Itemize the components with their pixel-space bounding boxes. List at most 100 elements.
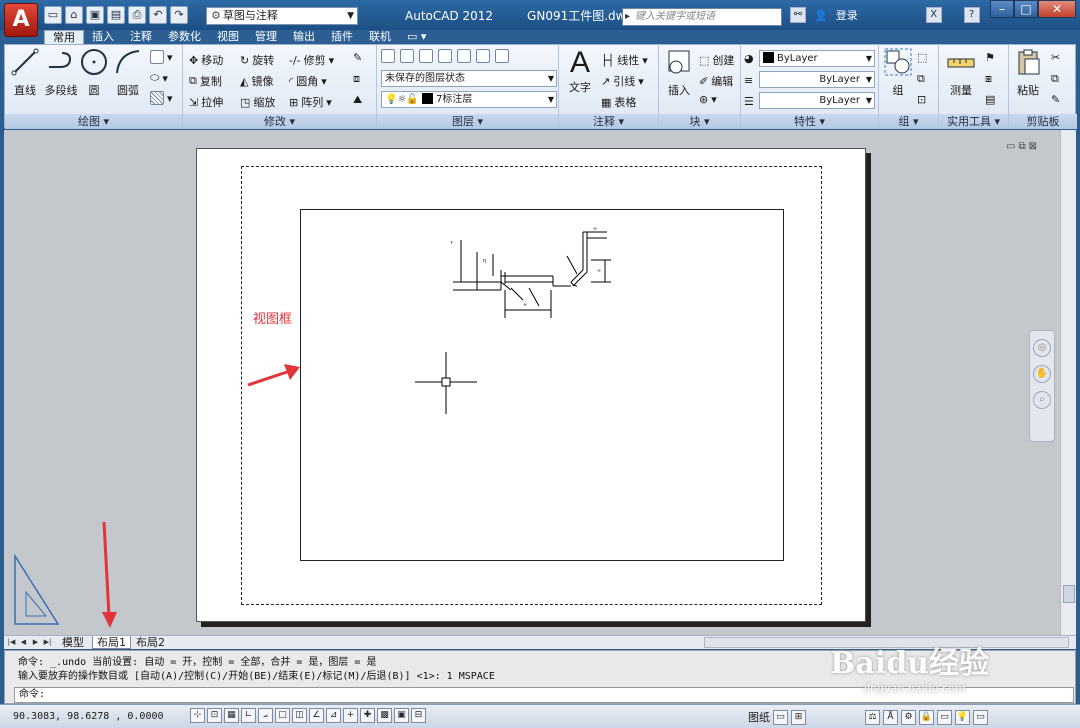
dimension-button[interactable]: ├┤ 线性 ▾ bbox=[601, 52, 648, 68]
tab-parametric[interactable]: 参数化 bbox=[160, 30, 209, 44]
infer-constraints-icon[interactable]: ⊹ bbox=[190, 708, 205, 723]
erase-button[interactable]: ✎ bbox=[353, 51, 362, 64]
polyline-button[interactable]: 多段线 bbox=[41, 47, 81, 98]
redo-icon[interactable]: ↷ bbox=[170, 6, 188, 24]
layer-match-icon[interactable] bbox=[400, 49, 414, 63]
rectangle-tool[interactable]: ▾ bbox=[150, 50, 173, 64]
osnap-icon[interactable]: □ bbox=[275, 708, 290, 723]
restore-icon[interactable]: ⧉ bbox=[1018, 141, 1025, 152]
layer-state-select[interactable]: 未保存的图层状态 ▼ bbox=[381, 70, 557, 87]
print-icon[interactable]: ⎙ bbox=[128, 6, 146, 24]
close-icon[interactable]: ⊠ bbox=[1029, 141, 1037, 152]
layer-off-icon[interactable] bbox=[495, 49, 509, 63]
cut-button[interactable]: ✂ bbox=[1051, 51, 1060, 64]
copy-button[interactable]: ⧉ 复制 bbox=[189, 73, 222, 89]
tab-plugins[interactable]: 插件 bbox=[323, 30, 361, 44]
exchange-icon[interactable]: X bbox=[925, 7, 942, 23]
maximize-viewport-icon[interactable]: ▭ bbox=[773, 709, 788, 725]
application-menu-button[interactable]: A bbox=[4, 3, 38, 37]
trim-button[interactable]: -/- 修剪 ▾ bbox=[289, 52, 334, 68]
tab-home[interactable]: 常用 bbox=[44, 30, 84, 44]
viewport-icon[interactable]: ⊞ bbox=[791, 709, 806, 725]
match-properties-button[interactable]: ◕ bbox=[744, 52, 754, 65]
hardware-accel-icon[interactable]: ▭ bbox=[937, 709, 952, 725]
tab-insert[interactable]: 插入 bbox=[84, 30, 122, 44]
annotation-visibility-icon[interactable]: Å bbox=[883, 709, 898, 725]
scrollbar-thumb[interactable] bbox=[1063, 585, 1075, 603]
save-icon[interactable]: ▣ bbox=[86, 6, 104, 24]
layers-panel-title[interactable]: 图层 ▾ bbox=[377, 114, 558, 129]
measure-button[interactable]: 测量 bbox=[943, 47, 979, 98]
explode-button[interactable]: ⧈ bbox=[353, 72, 360, 86]
tab-output[interactable]: 输出 bbox=[285, 30, 323, 44]
ellipse-tool[interactable]: ⬭ ▾ bbox=[150, 71, 168, 85]
next-tab-icon[interactable]: ▶ bbox=[30, 637, 41, 648]
arc-button[interactable]: 圆弧 bbox=[113, 47, 143, 98]
group-button[interactable]: 组 bbox=[883, 47, 913, 98]
layer-freeze-icon[interactable] bbox=[476, 49, 490, 63]
array-button[interactable]: ⊞ 阵列 ▾ bbox=[289, 94, 332, 110]
modify-panel-title[interactable]: 修改 ▾ bbox=[183, 114, 376, 129]
ducs-icon[interactable]: ⊿ bbox=[326, 708, 341, 723]
match-button[interactable]: ✎ bbox=[1051, 93, 1060, 106]
group-edit-button[interactable]: ⧉ bbox=[917, 72, 925, 86]
vertical-scrollbar[interactable] bbox=[1060, 130, 1076, 635]
zoom-icon[interactable]: ⌕ bbox=[1033, 391, 1051, 409]
scale-button[interactable]: ◳ 缩放 bbox=[240, 94, 275, 110]
layer-select[interactable]: 💡☼🔓 7标注层 ▼ bbox=[381, 91, 557, 108]
rotate-button[interactable]: ↻ 旋转 bbox=[240, 52, 274, 68]
maximize-button[interactable]: □ bbox=[1014, 0, 1038, 18]
paper-space-toggle[interactable]: 图纸 bbox=[748, 709, 770, 725]
tab-online[interactable]: 联机 bbox=[361, 30, 399, 44]
tab-manage[interactable]: 管理 bbox=[247, 30, 285, 44]
quick-select-button[interactable]: ⚑ bbox=[985, 51, 995, 64]
login-button[interactable]: 登录 bbox=[836, 7, 858, 23]
annotation-panel-title[interactable]: 注释 ▾ bbox=[559, 114, 658, 129]
stretch-button[interactable]: ⇲ 拉伸 bbox=[189, 94, 223, 110]
move-button[interactable]: ✥ 移动 bbox=[189, 52, 223, 68]
lock-icon[interactable]: 🔒 bbox=[919, 709, 934, 725]
paste-button[interactable]: 粘贴 bbox=[1013, 47, 1043, 98]
pan-hand-icon[interactable]: ✋ bbox=[1033, 365, 1051, 383]
fillet-button[interactable]: ◜ 圆角 ▾ bbox=[289, 73, 327, 89]
undo-icon[interactable]: ↶ bbox=[149, 6, 167, 24]
close-button[interactable]: ✕ bbox=[1038, 0, 1076, 18]
lineweight-select[interactable]: ByLayer ▼ bbox=[759, 92, 875, 109]
open-icon[interactable]: ⌂ bbox=[65, 6, 83, 24]
create-block-button[interactable]: ⬚ 创建 bbox=[699, 52, 734, 68]
workspace-switch-icon[interactable]: ⚙ bbox=[901, 709, 916, 725]
snap-icon[interactable]: ⊡ bbox=[207, 708, 222, 723]
search-input[interactable]: ▸ 键入关键字或短语 bbox=[622, 8, 782, 26]
isolate-objects-icon[interactable]: 💡 bbox=[955, 709, 970, 725]
workspace-select[interactable]: ⚙ 草图与注释 ▼ bbox=[206, 7, 358, 25]
viewport-frame[interactable]: r η ≈ ≈ ≈ bbox=[300, 209, 784, 561]
clean-screen-icon[interactable]: ▭ bbox=[973, 709, 988, 725]
utilities-panel-title[interactable]: 实用工具 ▾ bbox=[939, 114, 1008, 129]
polar-icon[interactable]: ⦟ bbox=[258, 708, 273, 723]
last-tab-icon[interactable]: ▶| bbox=[42, 637, 53, 648]
tab-annotate[interactable]: 注释 bbox=[122, 30, 160, 44]
qp-icon[interactable]: ▣ bbox=[394, 708, 409, 723]
layer-properties-icon[interactable] bbox=[381, 49, 395, 63]
minimize-icon[interactable]: ▭ bbox=[1006, 141, 1015, 152]
select-all-button[interactable]: ⧆ bbox=[985, 72, 992, 86]
help-icon[interactable]: ? bbox=[963, 7, 980, 23]
mirror-button[interactable]: ◭ 镜像 bbox=[240, 73, 273, 89]
first-tab-icon[interactable]: |◀ bbox=[6, 637, 17, 648]
offset-button[interactable]: ⛰ bbox=[353, 93, 362, 107]
edit-block-button[interactable]: ✐ 编辑 bbox=[699, 73, 733, 89]
binoculars-icon[interactable]: ⚯ bbox=[790, 7, 806, 23]
sc-icon[interactable]: ⊟ bbox=[411, 708, 426, 723]
ungroup-button[interactable]: ⬚ bbox=[917, 51, 927, 64]
block-panel-title[interactable]: 块 ▾ bbox=[659, 114, 740, 129]
insert-block-button[interactable]: 插入 bbox=[663, 47, 695, 98]
tab-layout1[interactable]: 布局1 bbox=[92, 636, 131, 649]
minimize-button[interactable]: – bbox=[990, 0, 1014, 18]
dyn-icon[interactable]: + bbox=[343, 708, 358, 723]
block-attribute-button[interactable]: ⊛ ▾ bbox=[699, 93, 717, 106]
tab-model[interactable]: 模型 bbox=[58, 636, 88, 649]
ribbon-options-icon[interactable]: ▭ ▾ bbox=[399, 30, 434, 44]
draw-panel-title[interactable]: 绘图 ▾ bbox=[5, 114, 182, 129]
groups-panel-title[interactable]: 组 ▾ bbox=[879, 114, 938, 129]
linetype-select[interactable]: ByLayer ▼ bbox=[759, 71, 875, 88]
